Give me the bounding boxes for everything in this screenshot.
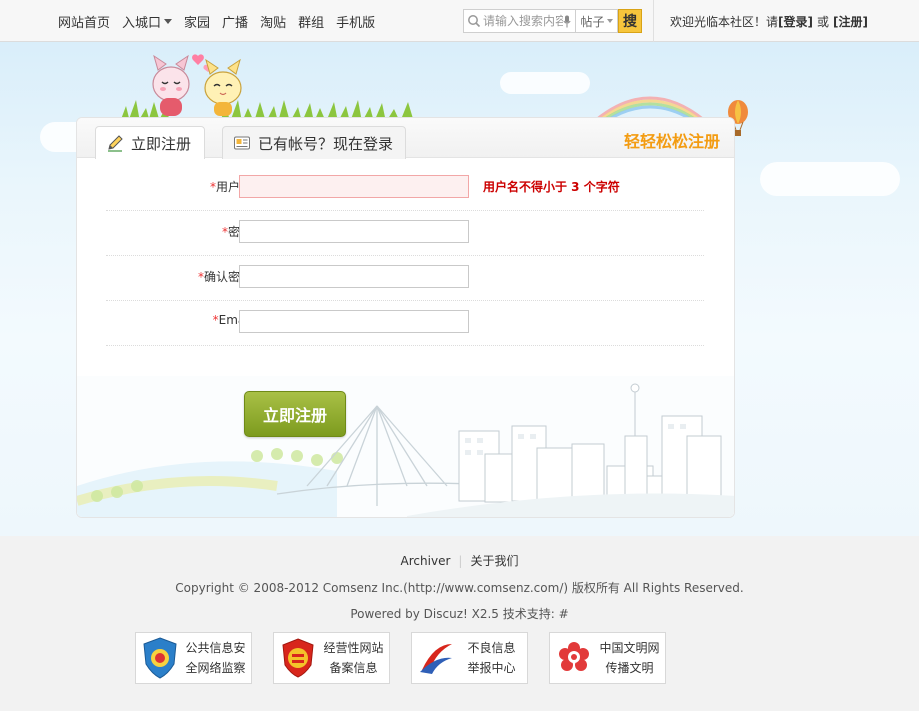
badge-line1: 中国文明网 bbox=[599, 641, 660, 655]
report-center-icon bbox=[420, 644, 452, 674]
police-shield-icon bbox=[143, 637, 177, 679]
username-error-message: 用户名不得小于 3 个字符 bbox=[483, 180, 620, 194]
badge-line1: 公共信息安 bbox=[185, 641, 246, 655]
confirm-password-row: *确认密码: bbox=[106, 256, 704, 301]
footer: Archiver | 关于我们 Copyright © 2008-2012 Coms… bbox=[0, 536, 919, 711]
panel-header: 立即注册 已有帐号？现在登录 轻轻松松注册 bbox=[77, 118, 734, 159]
badge-police[interactable]: 公共信息安全网络监察 bbox=[135, 632, 252, 684]
password-row: *密码: bbox=[106, 211, 704, 256]
register-submit-button[interactable]: 立即注册 bbox=[244, 391, 346, 437]
copyright-text: Copyright © 2008-2012 Comsenz Inc.(http:… bbox=[175, 581, 744, 595]
nav-item-mobile[interactable]: 手机版 bbox=[336, 12, 375, 31]
user-bar: 欢迎光临本社区！请 [登录] 或 [注册] bbox=[670, 0, 868, 42]
badge-civilization[interactable]: 中国文明网 传播文明 bbox=[549, 632, 666, 684]
footer-separator: | bbox=[458, 554, 463, 568]
welcome-text: 欢迎光临本社区！请 bbox=[670, 14, 779, 29]
cartoon-cats-illustration bbox=[120, 54, 420, 122]
powered-by-text: Powered by Discuz! X2.5 技术支持: # bbox=[350, 607, 569, 621]
search-button[interactable]: 搜 bbox=[618, 9, 642, 33]
tab-register-label: 立即注册 bbox=[131, 134, 192, 153]
email-input[interactable] bbox=[239, 310, 469, 333]
nav-item-home[interactable]: 网站首页 bbox=[58, 12, 110, 31]
footer-links: Archiver | 关于我们 bbox=[0, 552, 919, 569]
badge-line2: 备案信息 bbox=[329, 661, 378, 675]
microphone-icon[interactable] bbox=[563, 15, 571, 28]
id-card-icon bbox=[234, 136, 250, 150]
search-icon bbox=[468, 15, 481, 28]
civilization-icon bbox=[559, 642, 589, 671]
chevron-down-icon bbox=[606, 19, 613, 23]
caret-down-icon bbox=[164, 18, 173, 24]
nav-item-label: 手机版 bbox=[336, 15, 376, 31]
tab-login-label: 已有帐号？现在登录 bbox=[258, 134, 394, 153]
nav-item-label: 群组 bbox=[298, 15, 325, 31]
rainbow-decoration bbox=[595, 96, 705, 122]
login-link[interactable]: [登录] bbox=[778, 13, 813, 30]
register-link[interactable]: [注册] bbox=[833, 13, 868, 30]
cloud-decoration bbox=[500, 72, 590, 94]
city-illustration bbox=[77, 376, 734, 517]
register-panel: 立即注册 已有帐号？现在登录 轻轻松松注册 *用户名: 用户名不得小于 3 个字… bbox=[76, 117, 735, 518]
search-type-select[interactable]: 帖子 bbox=[576, 9, 618, 33]
nav-item-broadcast[interactable]: 广播 bbox=[222, 12, 248, 31]
badge-line2: 举报中心 bbox=[467, 661, 516, 675]
nav-item-space[interactable]: 家园 bbox=[184, 12, 210, 31]
nav-item-label: 淘贴 bbox=[260, 15, 287, 31]
password-input[interactable] bbox=[239, 220, 469, 243]
or-text: 或 bbox=[817, 14, 830, 29]
confirm-password-input[interactable] bbox=[239, 265, 469, 288]
email-row: *Email: bbox=[106, 301, 704, 346]
search-box bbox=[463, 9, 576, 33]
badge-business[interactable]: 经营性网站 备案信息 bbox=[273, 632, 390, 684]
badge-line1: 经营性网站 bbox=[323, 641, 384, 655]
pencil-icon bbox=[108, 135, 123, 152]
nav-item-collection[interactable]: 淘贴 bbox=[260, 12, 286, 31]
nav-item-label: 入城口 bbox=[122, 15, 162, 31]
badge-report[interactable]: 不良信息 举报中心 bbox=[411, 632, 528, 684]
nav-item-groups[interactable]: 群组 bbox=[298, 12, 324, 31]
about-us-link[interactable]: 关于我们 bbox=[470, 554, 518, 568]
nav-item-label: 广播 bbox=[222, 15, 249, 31]
cloud-decoration bbox=[760, 162, 900, 196]
archiver-link[interactable]: Archiver bbox=[401, 554, 451, 568]
search-type-label: 帖子 bbox=[580, 14, 605, 29]
main-nav: 网站首页 入城口 家园 广播 淘贴 群组 手机版 bbox=[58, 0, 387, 42]
search-input[interactable] bbox=[481, 11, 563, 31]
badge-line2: 传播文明 bbox=[605, 661, 654, 675]
tab-login[interactable]: 已有帐号？现在登录 bbox=[222, 126, 406, 159]
certification-badges: 公共信息安 全网络监察 经营性网站 备案信息 不良信息 举报中心 中国文明网 传… bbox=[135, 632, 687, 684]
top-divider bbox=[653, 0, 654, 42]
search-bar: 帖子 搜 bbox=[463, 9, 642, 33]
business-badge-icon bbox=[282, 638, 314, 678]
badge-line2: 全网络监察 bbox=[185, 661, 246, 675]
nav-item-label: 网站首页 bbox=[58, 15, 111, 31]
top-bar: 网站首页 入城口 家园 广播 淘贴 群组 手机版 帖子 搜 欢迎光临本社区！请 … bbox=[0, 0, 919, 42]
panel-slogan: 轻轻松松注册 bbox=[623, 132, 720, 151]
nav-item-label: 家园 bbox=[184, 15, 211, 31]
badge-line1: 不良信息 bbox=[467, 641, 516, 655]
username-row: *用户名: 用户名不得小于 3 个字符 bbox=[106, 166, 704, 211]
username-input[interactable] bbox=[239, 175, 469, 198]
nav-item-entrance[interactable]: 入城口 bbox=[122, 12, 173, 31]
tab-register[interactable]: 立即注册 bbox=[95, 126, 205, 159]
